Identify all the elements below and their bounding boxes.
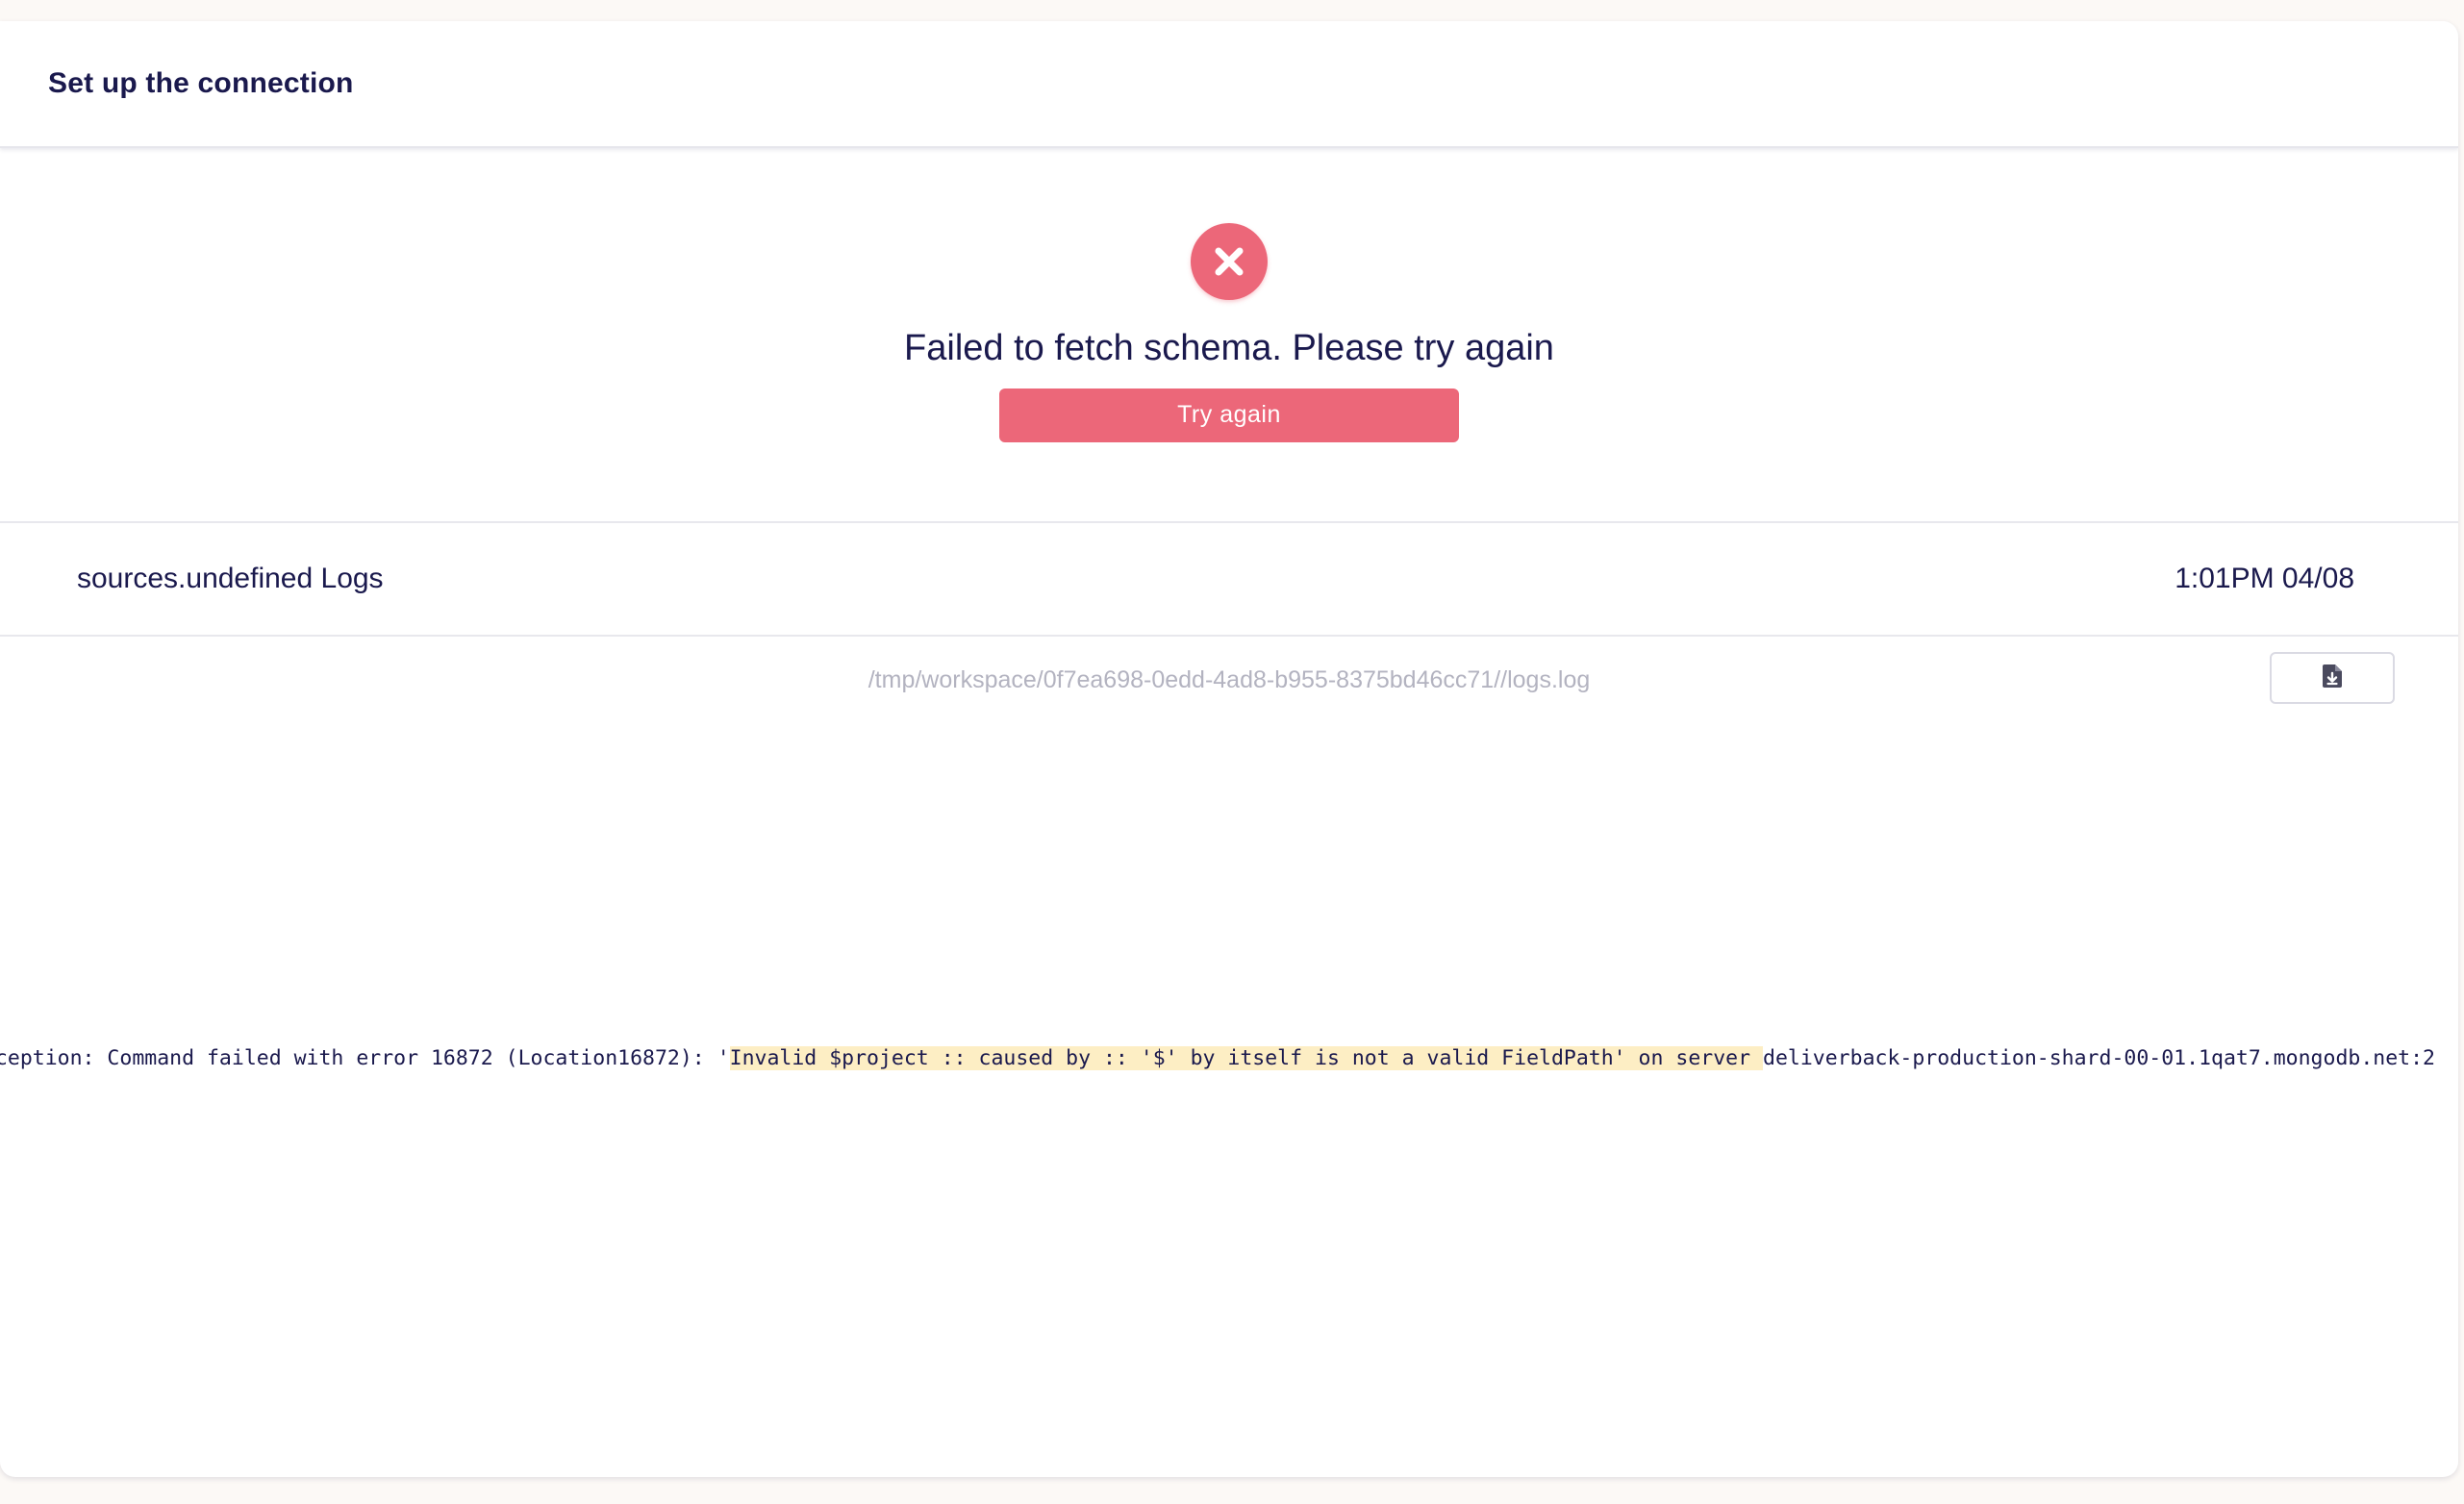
status-message: Failed to fetch schema. Please try again: [904, 328, 1554, 368]
log-line: MongoCommandException: Command failed wi…: [0, 1040, 2435, 1077]
logs-timestamp: 1:01PM 04/08: [2175, 563, 2354, 594]
error-x-circle-icon: [1191, 223, 1268, 300]
logs-path-row: /tmp/workspace/0f7ea698-0edd-4ad8-b955-8…: [0, 637, 2458, 723]
logs-header: sources.undefined Logs 1:01PM 04/08: [0, 523, 2458, 637]
log-line-highlight: Invalid $project :: caused by :: '$' by …: [729, 1046, 1764, 1070]
log-viewer[interactable]: MongoCommandException: Command failed wi…: [0, 723, 2458, 1473]
schema-status-section: Failed to fetch schema. Please try again…: [0, 148, 2458, 523]
try-again-button[interactable]: Try again: [999, 388, 1459, 442]
logs-title: sources.undefined Logs: [77, 563, 384, 594]
connection-card: Set up the connection Failed to fetch sc…: [0, 21, 2458, 1477]
log-line-suffix: deliverback-production-shard-00-01.1qat7…: [1763, 1046, 2435, 1070]
log-line-prefix: MongoCommandException: Command failed wi…: [0, 1046, 730, 1070]
logs-file-path: /tmp/workspace/0f7ea698-0edd-4ad8-b955-8…: [867, 665, 1591, 693]
card-header: Set up the connection: [0, 21, 2458, 148]
file-download-icon: [2323, 664, 2342, 692]
page-title: Set up the connection: [48, 67, 354, 99]
download-logs-button[interactable]: [2270, 652, 2395, 704]
